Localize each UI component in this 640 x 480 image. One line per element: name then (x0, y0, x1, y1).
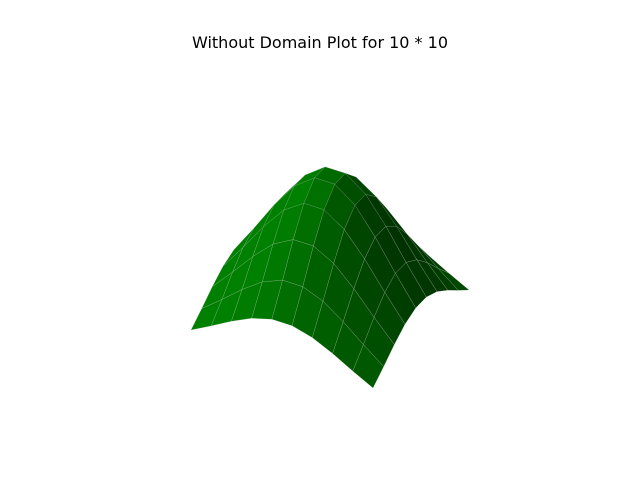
surface-plot (190, 166, 470, 389)
surface-mesh (190, 166, 470, 389)
figure: Without Domain Plot for 10 * 10 (0, 0, 640, 480)
